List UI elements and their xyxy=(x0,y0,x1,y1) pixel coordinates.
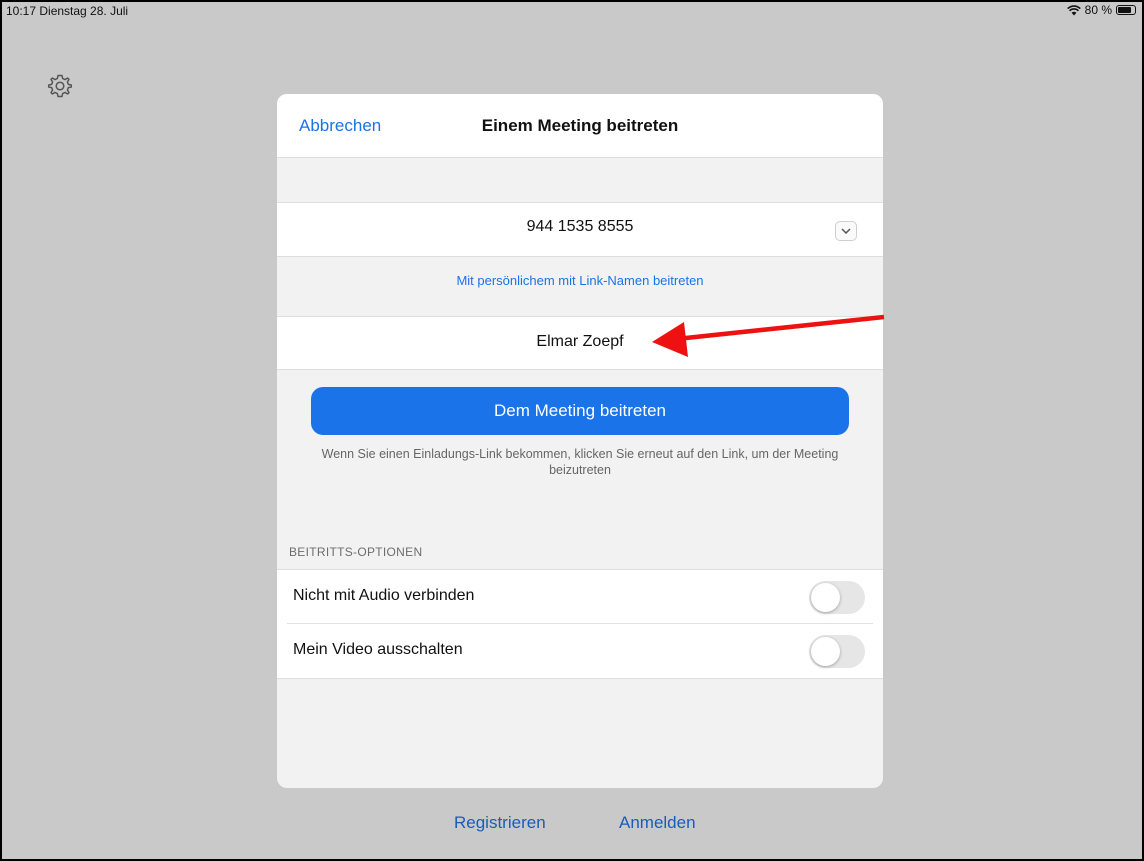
battery-icon xyxy=(1116,5,1136,15)
dialog-header: Abbrechen Einem Meeting beitreten xyxy=(277,94,883,158)
register-link[interactable]: Registrieren xyxy=(454,813,546,833)
display-name-value: Elmar Zoepf xyxy=(536,333,624,350)
status-right: 80 % xyxy=(1066,3,1136,17)
meeting-id-field[interactable]: 944 1535 8555 xyxy=(277,202,883,257)
join-meeting-button[interactable]: Dem Meeting beitreten xyxy=(311,387,849,435)
login-link[interactable]: Anmelden xyxy=(619,813,696,833)
toggle-knob xyxy=(811,583,840,612)
option-label-video: Mein Video ausschalten xyxy=(293,641,463,658)
join-with-link-name-link[interactable]: Mit persönlichem mit Link-Namen beitrete… xyxy=(277,273,883,288)
option-row-audio: Nicht mit Audio verbinden xyxy=(277,570,883,623)
gear-icon[interactable] xyxy=(47,73,73,99)
join-options-header: BEITRITTS-OPTIONEN xyxy=(289,545,423,559)
display-name-field[interactable]: Elmar Zoepf xyxy=(277,316,883,370)
audio-toggle[interactable] xyxy=(809,581,865,614)
dialog-title: Einem Meeting beitreten xyxy=(481,116,679,135)
status-time-date: 10:17 Dienstag 28. Juli xyxy=(6,4,129,18)
option-row-video: Mein Video ausschalten xyxy=(277,624,883,677)
battery-percentage: 80 % xyxy=(1084,3,1112,17)
meeting-id-value: 944 1535 8555 xyxy=(526,218,634,235)
video-toggle[interactable] xyxy=(809,635,865,668)
meeting-history-dropdown[interactable] xyxy=(835,221,857,241)
option-label-audio: Nicht mit Audio verbinden xyxy=(293,587,475,604)
toggle-knob xyxy=(811,637,840,666)
wifi-icon xyxy=(1066,4,1081,15)
chevron-down-icon xyxy=(841,228,851,234)
status-bar: 10:17 Dienstag 28. Juli 80 % xyxy=(2,2,1142,20)
join-options-list: Nicht mit Audio verbinden Mein Video aus… xyxy=(277,569,883,679)
invitation-hint: Wenn Sie einen Einladungs-Link bekommen,… xyxy=(321,447,839,477)
join-meeting-dialog: Abbrechen Einem Meeting beitreten 944 15… xyxy=(277,94,883,788)
